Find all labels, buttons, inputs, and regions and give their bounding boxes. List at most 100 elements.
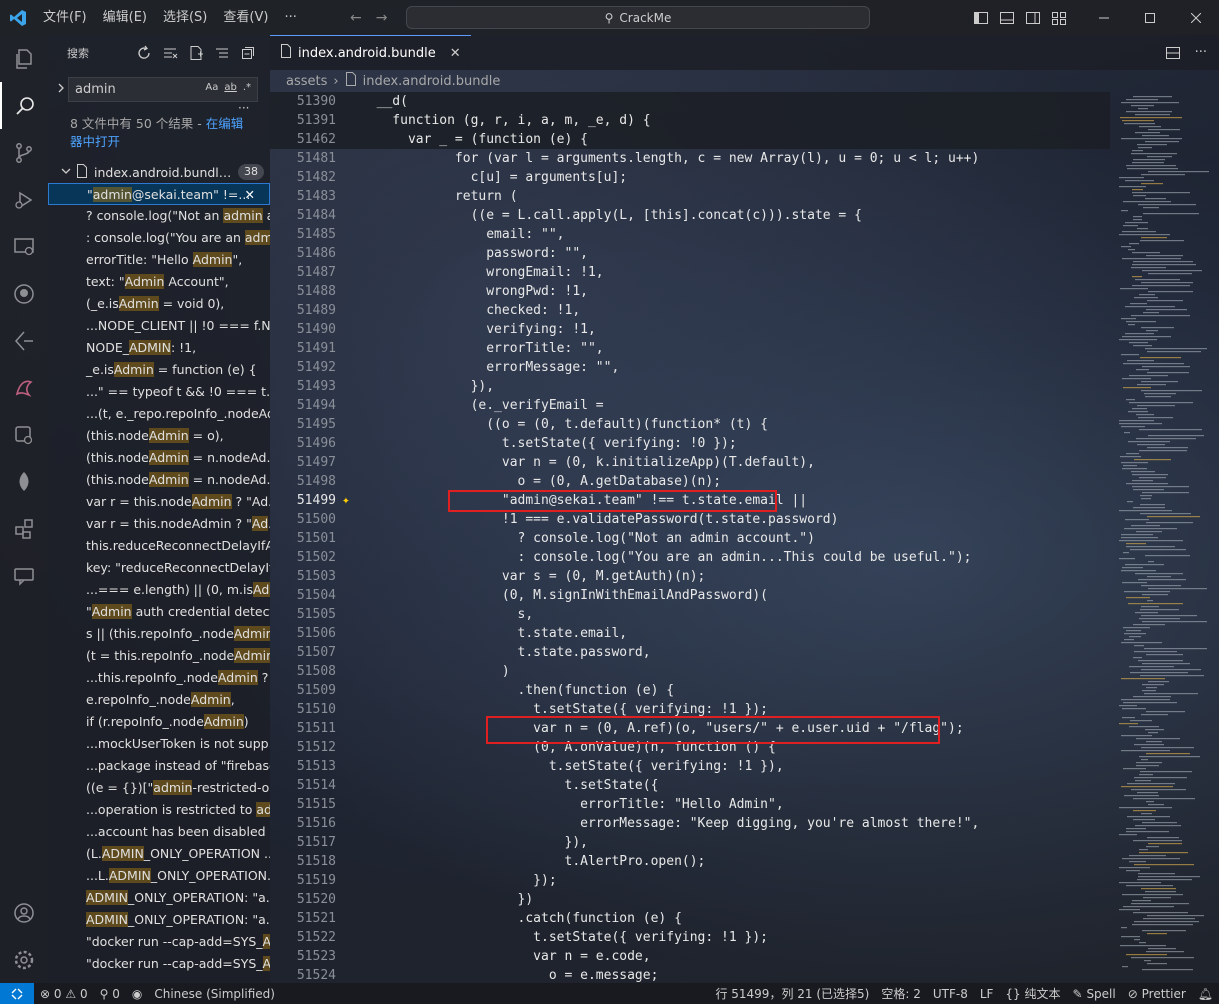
search-match-item[interactable]: (_e.isAdmin = void 0), (48, 293, 270, 315)
code-line[interactable]: 51497 var n = (0, k.initializeApp)(T.def… (270, 453, 1110, 472)
sticky-scroll-line[interactable]: 51391 function (g, r, i, a, m, _e, d) { (270, 111, 1110, 130)
more-actions-icon[interactable]: ··· (1195, 45, 1207, 65)
open-in-editor-link[interactable]: 在编辑 (206, 116, 244, 131)
ports-indicator[interactable]: ⚲ 0 (94, 987, 126, 1001)
search-match-item[interactable]: NODE_ADMIN: !1, (48, 337, 270, 359)
code-line[interactable]: 51482 c[u] = arguments[u]; (270, 168, 1110, 187)
search-input[interactable]: admin Aa ab .* (68, 77, 258, 102)
search-match-item[interactable]: var r = this.nodeAdmin ? "Ad... (48, 491, 270, 513)
containers-icon[interactable] (0, 411, 48, 458)
code-line[interactable]: 51520 }) (270, 890, 1110, 909)
search-match-item[interactable]: key: "reduceReconnectDelayIf... (48, 557, 270, 579)
match-case-toggle[interactable]: Aa (205, 82, 218, 93)
toggle-secondary-sidebar-icon[interactable] (1025, 10, 1041, 26)
search-match-item[interactable]: ADMIN_ONLY_OPERATION: "a... (48, 887, 270, 909)
search-match-item[interactable]: ...this.repoInfo_.nodeAdmin ? ... (48, 667, 270, 689)
breadcrumb-folder[interactable]: assets (286, 74, 327, 89)
search-match-item[interactable]: errorTitle: "Hello Admin", (48, 249, 270, 271)
language-mode[interactable]: {} 纯文本 (999, 985, 1066, 1002)
refresh-icon[interactable] (136, 45, 152, 61)
settings-gear-icon[interactable] (0, 936, 48, 983)
code-line[interactable]: 51506 t.state.email, (270, 624, 1110, 643)
search-match-item[interactable]: ADMIN_ONLY_OPERATION: "a... (48, 909, 270, 931)
code-line[interactable]: 51503 var s = (0, M.getAuth)(n); (270, 567, 1110, 586)
spell-check[interactable]: ✎ Spell (1067, 987, 1122, 1001)
search-match-item[interactable]: ? console.log("Not an admin a... (48, 205, 270, 227)
code-line[interactable]: 51498 o = (0, A.getDatabase)(n); (270, 472, 1110, 491)
code-line[interactable]: 51505 s, (270, 605, 1110, 624)
search-match-item[interactable]: ...operation is restricted to ad... (48, 799, 270, 821)
notifications-bell-icon[interactable]: 🔔︎ (1192, 987, 1219, 1001)
code-line[interactable]: 51488 wrongPwd: !1, (270, 282, 1110, 301)
search-match-item[interactable]: ...mockUserToken is not supp... (48, 733, 270, 755)
indentation[interactable]: 空格: 2 (875, 985, 927, 1002)
customize-layout-icon[interactable] (1051, 10, 1067, 26)
dismiss-match-icon[interactable]: ✕ (245, 184, 255, 204)
menu-edit[interactable]: 编辑(E) (95, 0, 155, 35)
open-in-editor-link-cont[interactable]: 器中打开 (70, 134, 120, 149)
maximize-button[interactable] (1127, 0, 1173, 35)
search-view-icon[interactable] (0, 82, 48, 129)
code-line[interactable]: 51489 checked: !1, (270, 301, 1110, 320)
search-match-item[interactable]: : console.log("You are an admi... (48, 227, 270, 249)
toggle-replace-chevron-icon[interactable] (54, 81, 68, 95)
code-line[interactable]: 51521 .catch(function (e) { (270, 909, 1110, 928)
search-match-item[interactable]: "admin@sekai.team" !=... ✕ (48, 183, 270, 205)
code-line[interactable]: 51491 errorTitle: "", (270, 339, 1110, 358)
code-line[interactable]: 51508 ) (270, 662, 1110, 681)
remote-explorer-icon[interactable] (0, 223, 48, 270)
minimize-button[interactable] (1081, 0, 1127, 35)
minimap[interactable] (1109, 92, 1219, 983)
code-line[interactable]: 51485 email: "", (270, 225, 1110, 244)
prettier-status[interactable]: ⊘ Prettier (1122, 987, 1192, 1001)
result-file-row[interactable]: index.android.bundle... 38 (48, 161, 270, 183)
chat-icon[interactable] (0, 552, 48, 599)
search-match-item[interactable]: if (r.repoInfo_.nodeAdmin) (48, 711, 270, 733)
command-center-search[interactable]: ⚲ CrackMe (406, 6, 870, 29)
code-line[interactable]: 51483 return ( (270, 187, 1110, 206)
timeline-icon[interactable] (0, 317, 48, 364)
match-whole-word-toggle[interactable]: ab (224, 82, 236, 93)
new-search-editor-icon[interactable] (188, 45, 204, 61)
sticky-scroll-line[interactable]: 51462 var _ = (function (e) { (270, 130, 1110, 149)
menu-view[interactable]: 查看(V) (215, 0, 276, 35)
code-line[interactable]: 51496 t.setState({ verifying: !0 }); (270, 434, 1110, 453)
code-line[interactable]: 51500 !1 === e.validatePassword(t.state.… (270, 510, 1110, 529)
broadcast-icon[interactable]: ◉ (126, 987, 148, 1001)
language-pack-status[interactable]: Chinese (Simplified) (148, 987, 281, 1001)
search-match-item[interactable]: ...package instead of "firebase... (48, 755, 270, 777)
search-match-item[interactable]: (this.nodeAdmin = n.nodeAd... (48, 447, 270, 469)
explorer-icon[interactable] (0, 35, 48, 82)
toggle-panel-icon[interactable] (999, 10, 1015, 26)
split-editor-icon[interactable] (1165, 45, 1181, 65)
code-editor[interactable]: 51390 __d(51391 function (g, r, i, a, m,… (270, 92, 1110, 983)
search-match-item[interactable]: ...account has been disabled b... (48, 821, 270, 843)
search-match-item[interactable]: ...=== e.length) || (0, m.isAdm... (48, 579, 270, 601)
search-match-item[interactable]: "Admin auth credential detect... (48, 601, 270, 623)
search-match-item[interactable]: "docker run --cap-add=SYS_A... (48, 931, 270, 953)
accounts-icon[interactable] (0, 889, 48, 936)
mongodb-leaf-icon[interactable] (0, 458, 48, 505)
menu-selection[interactable]: 选择(S) (155, 0, 215, 35)
code-line[interactable]: 51493 }), (270, 377, 1110, 396)
code-line[interactable]: 51522 t.setState({ verifying: !1 }); (270, 928, 1110, 947)
end-of-line[interactable]: LF (974, 987, 1000, 1001)
tab-index-android-bundle[interactable]: index.android.bundle ✕ (270, 35, 471, 70)
code-line[interactable]: 51519 }); (270, 871, 1110, 890)
search-match-item[interactable]: (this.nodeAdmin = o), (48, 425, 270, 447)
run-debug-icon[interactable] (0, 176, 48, 223)
use-regex-toggle[interactable]: .* (243, 82, 251, 93)
search-match-item[interactable]: "docker run --cap-add=SYS_A... (48, 953, 270, 975)
problems-indicator[interactable]: ⊗ 0 ⚠ 0 (34, 987, 94, 1001)
extensions-icon[interactable] (0, 505, 48, 552)
search-match-item[interactable]: ...(t, e._repo.repoInfo_.nodeAd... (48, 403, 270, 425)
code-line[interactable]: 51481 for (var l = arguments.length, c =… (270, 149, 1110, 168)
code-line[interactable]: 51509 .then(function (e) { (270, 681, 1110, 700)
clear-results-icon[interactable] (162, 45, 178, 61)
encoding[interactable]: UTF-8 (927, 987, 974, 1001)
search-match-item[interactable]: (t = this.repoInfo_.nodeAdmin... (48, 645, 270, 667)
code-line[interactable]: 51523 var n = e.code, (270, 947, 1110, 966)
code-line[interactable]: 51494 (e._verifyEmail = (270, 396, 1110, 415)
code-line[interactable]: 51518 t.AlertPro.open(); (270, 852, 1110, 871)
search-match-item[interactable]: ...L.ADMIN_ONLY_OPERATION... (48, 865, 270, 887)
